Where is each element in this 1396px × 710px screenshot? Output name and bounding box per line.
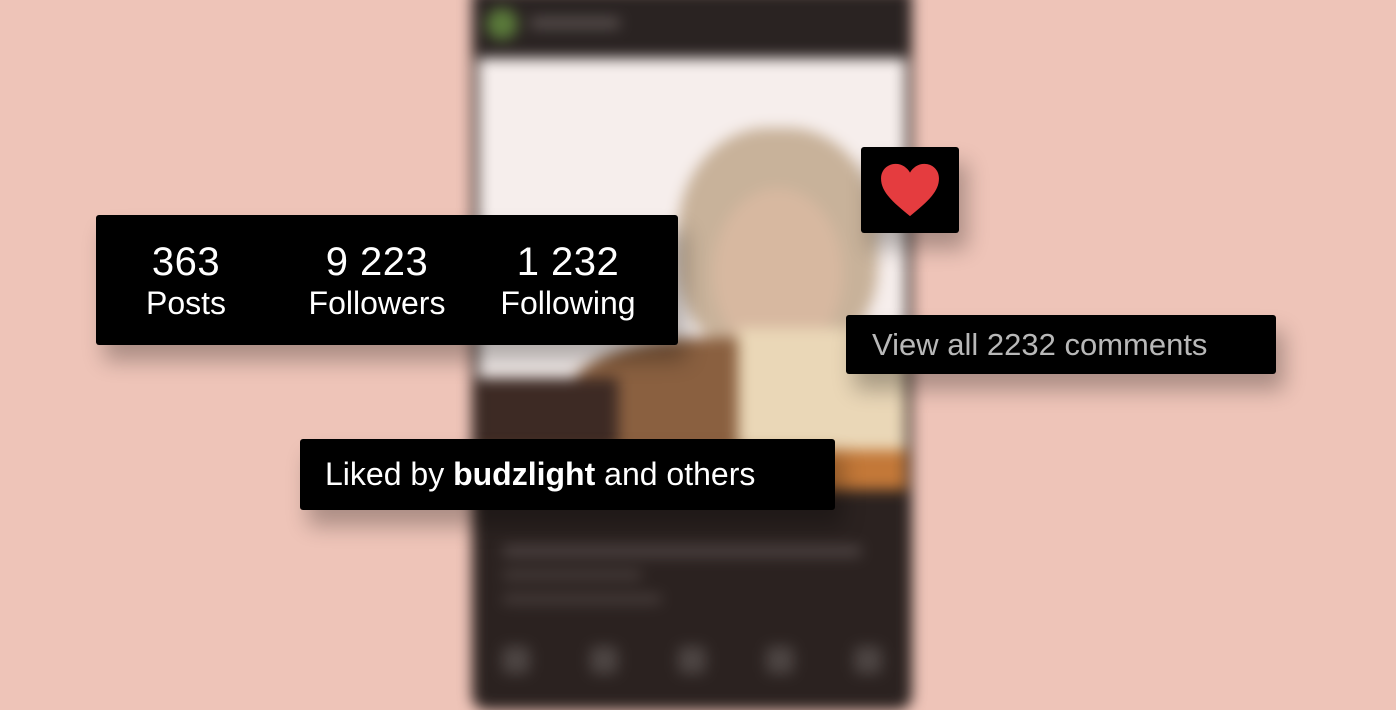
caption-line [502, 545, 862, 557]
liked-by-username[interactable]: budzlight [453, 456, 595, 492]
stat-value: 1 232 [516, 240, 620, 284]
view-comments-text: View all 2232 comments [872, 326, 1208, 362]
bottom-nav [472, 630, 912, 690]
stat-label: Posts [145, 285, 227, 321]
stat-value: 363 [151, 240, 221, 284]
nav-icon [678, 646, 706, 674]
stat-label: Following [500, 285, 636, 321]
stat-value: 9 223 [325, 240, 429, 284]
liked-by-prefix: Liked by [325, 456, 445, 492]
heart-icon [881, 163, 939, 217]
nav-icon [590, 646, 618, 674]
nav-icon [854, 646, 882, 674]
username-placeholder [530, 18, 620, 28]
like-button[interactable] [861, 147, 959, 233]
nav-icon [502, 646, 530, 674]
profile-stats-card: 363 Posts 9 223 Followers 1 232 Followin… [96, 215, 678, 345]
nav-icon [766, 646, 794, 674]
caption-line [502, 594, 662, 604]
stat-following[interactable]: 1 232 Following [478, 241, 658, 323]
phone-top-bar [472, 0, 912, 52]
view-comments-link[interactable]: View all 2232 comments [846, 315, 1276, 374]
stat-followers[interactable]: 9 223 Followers [287, 241, 467, 323]
liked-by-suffix: and others [604, 456, 756, 492]
caption-line [502, 570, 642, 580]
avatar [486, 8, 518, 40]
liked-by-text: Liked by budzlight and others [325, 456, 755, 493]
stat-posts[interactable]: 363 Posts [96, 241, 276, 323]
stat-label: Followers [308, 285, 446, 321]
liked-by-card: Liked by budzlight and others [300, 439, 835, 510]
